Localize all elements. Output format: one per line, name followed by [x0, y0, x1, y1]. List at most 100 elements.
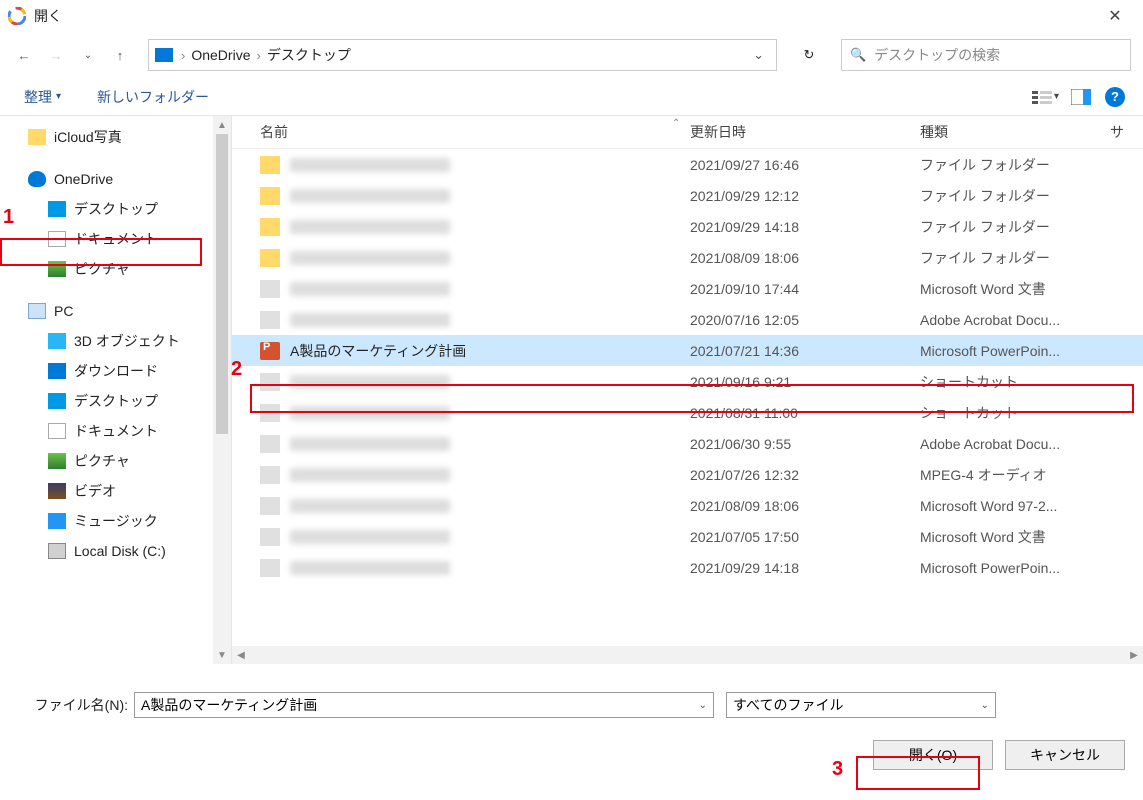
crumb-onedrive[interactable]: OneDrive — [187, 47, 254, 63]
file-row[interactable]: 2021/07/05 17:50Microsoft Word 文書 — [232, 521, 1143, 552]
cancel-button[interactable]: キャンセル — [1005, 740, 1125, 770]
ic-cube-icon — [48, 333, 66, 349]
file-row[interactable]: 2021/09/10 17:44Microsoft Word 文書 — [232, 273, 1143, 304]
sidebar-item-label: デスクトップ — [74, 391, 158, 411]
file-name — [290, 282, 690, 296]
col-type[interactable]: 種類 — [920, 122, 1110, 142]
file-name — [290, 561, 690, 575]
preview-pane-button[interactable] — [1065, 87, 1097, 107]
sidebar-item-label: 3D オブジェクト — [74, 331, 180, 351]
view-button[interactable]: ▾ — [1026, 87, 1065, 107]
file-type: ファイル フォルダー — [920, 186, 1120, 206]
file-row[interactable]: 2021/08/09 18:06Microsoft Word 97-2... — [232, 490, 1143, 521]
col-name[interactable]: 名前 — [260, 122, 690, 142]
file-row[interactable]: 2021/09/29 14:18ファイル フォルダー — [232, 211, 1143, 242]
sidebar-item-12[interactable]: ミュージック — [0, 506, 231, 536]
file-type: Microsoft Word 97-2... — [920, 498, 1120, 514]
scroll-thumb[interactable] — [216, 134, 228, 434]
file-type: ファイル フォルダー — [920, 248, 1120, 268]
back-button[interactable]: ← — [12, 43, 36, 67]
horizontal-scrollbar[interactable]: ◀ ▶ — [232, 646, 1143, 664]
sidebar-item-label: デスクトップ — [74, 199, 158, 219]
sidebar-item-1[interactable]: OneDrive — [0, 164, 231, 194]
file-row[interactable]: 2021/09/27 16:46ファイル フォルダー — [232, 149, 1143, 180]
scroll-right-icon[interactable]: ▶ — [1125, 650, 1143, 661]
breadcrumb-dropdown[interactable]: ⌄ — [747, 47, 770, 63]
sort-arrow-icon: ⌃ — [672, 118, 680, 129]
col-date[interactable]: 更新日時 — [690, 122, 920, 142]
file-row[interactable]: 2021/09/29 14:18Microsoft PowerPoin... — [232, 552, 1143, 583]
crumb-desktop[interactable]: デスクトップ — [263, 45, 355, 65]
file-icon — [260, 466, 280, 484]
file-type: Microsoft PowerPoin... — [920, 343, 1120, 359]
chevron-down-icon[interactable]: ⌄ — [981, 700, 989, 711]
chevron-down-icon[interactable]: ⌄ — [699, 700, 707, 711]
filetype-select[interactable]: すべてのファイル ⌄ — [726, 692, 996, 718]
sidebar-item-8[interactable]: デスクトップ — [0, 386, 231, 416]
file-date: 2021/09/10 17:44 — [690, 281, 920, 297]
close-button[interactable]: ✕ — [1095, 6, 1135, 26]
sidebar-item-5[interactable]: PC — [0, 296, 231, 326]
file-type: Microsoft Word 文書 — [920, 527, 1120, 547]
organize-button[interactable]: 整理▾ — [18, 85, 67, 109]
filename-input[interactable]: A製品のマーケティング計画 ⌄ — [134, 692, 714, 718]
search-input[interactable]: 🔍 デスクトップの検索 — [841, 39, 1131, 71]
sidebar-item-label: ドキュメント — [74, 421, 158, 441]
annotation-1-outline — [0, 238, 202, 266]
file-icon — [260, 342, 280, 360]
file-icon — [260, 435, 280, 453]
file-row[interactable]: 2021/08/09 18:06ファイル フォルダー — [232, 242, 1143, 273]
search-icon: 🔍 — [850, 47, 866, 63]
file-date: 2021/09/29 12:12 — [690, 188, 920, 204]
file-icon — [260, 249, 280, 267]
sidebar-item-2[interactable]: デスクトップ — [0, 194, 231, 224]
ic-doc-icon — [48, 423, 66, 439]
recent-dropdown[interactable]: ⌄ — [76, 43, 100, 67]
file-row[interactable]: 2021/06/30 9:55Adobe Acrobat Docu... — [232, 428, 1143, 459]
file-type: Microsoft Word 文書 — [920, 279, 1120, 299]
app-icon — [8, 7, 26, 25]
help-button[interactable]: ? — [1105, 87, 1125, 107]
ic-cloud-icon — [28, 171, 46, 187]
file-row[interactable]: 2020/07/16 12:05Adobe Acrobat Docu... — [232, 304, 1143, 335]
sidebar-item-0[interactable]: iCloud写真 — [0, 122, 231, 152]
breadcrumb[interactable]: › OneDrive › デスクトップ ⌄ — [148, 39, 777, 71]
file-icon — [260, 311, 280, 329]
chevron-right-icon: › — [179, 48, 187, 63]
sidebar-item-11[interactable]: ビデオ — [0, 476, 231, 506]
file-name — [290, 251, 690, 265]
scroll-up-icon[interactable]: ▲ — [213, 116, 231, 134]
file-row[interactable]: A製品のマーケティング計画2021/07/21 14:36Microsoft P… — [232, 335, 1143, 366]
file-name — [290, 499, 690, 513]
col-size[interactable]: サ — [1110, 122, 1143, 142]
sidebar-item-6[interactable]: 3D オブジェクト — [0, 326, 231, 356]
forward-button[interactable]: → — [44, 43, 68, 67]
file-date: 2021/08/09 18:06 — [690, 498, 920, 514]
file-icon — [260, 497, 280, 515]
ic-disk-icon — [48, 543, 66, 559]
sidebar-item-13[interactable]: Local Disk (C:) — [0, 536, 231, 566]
file-date: 2021/09/29 14:18 — [690, 560, 920, 576]
file-type: Adobe Acrobat Docu... — [920, 312, 1120, 328]
sidebar-item-10[interactable]: ピクチャ — [0, 446, 231, 476]
ic-dl-icon — [48, 363, 66, 379]
list-header: 名前 更新日時 種類 サ ⌃ — [232, 116, 1143, 149]
sidebar-item-label: ミュージック — [74, 511, 158, 531]
new-folder-button[interactable]: 新しいフォルダー — [91, 85, 215, 109]
file-name — [290, 530, 690, 544]
scroll-left-icon[interactable]: ◀ — [232, 650, 250, 661]
sidebar-scrollbar[interactable]: ▲ ▼ — [213, 116, 231, 664]
sidebar-item-7[interactable]: ダウンロード — [0, 356, 231, 386]
sidebar-item-9[interactable]: ドキュメント — [0, 416, 231, 446]
file-row[interactable]: 2021/07/26 12:32MPEG-4 オーディオ — [232, 459, 1143, 490]
ic-monitor-icon — [48, 393, 66, 409]
scroll-down-icon[interactable]: ▼ — [213, 646, 231, 664]
window-title: 開く — [34, 6, 1095, 26]
up-button[interactable]: ↑ — [108, 43, 132, 67]
refresh-button[interactable]: ↻ — [793, 39, 825, 71]
file-icon — [260, 559, 280, 577]
file-name — [290, 158, 690, 172]
file-row[interactable]: 2021/09/29 12:12ファイル フォルダー — [232, 180, 1143, 211]
sidebar-item-label: OneDrive — [54, 171, 113, 187]
sidebar-item-label: iCloud写真 — [54, 127, 122, 147]
